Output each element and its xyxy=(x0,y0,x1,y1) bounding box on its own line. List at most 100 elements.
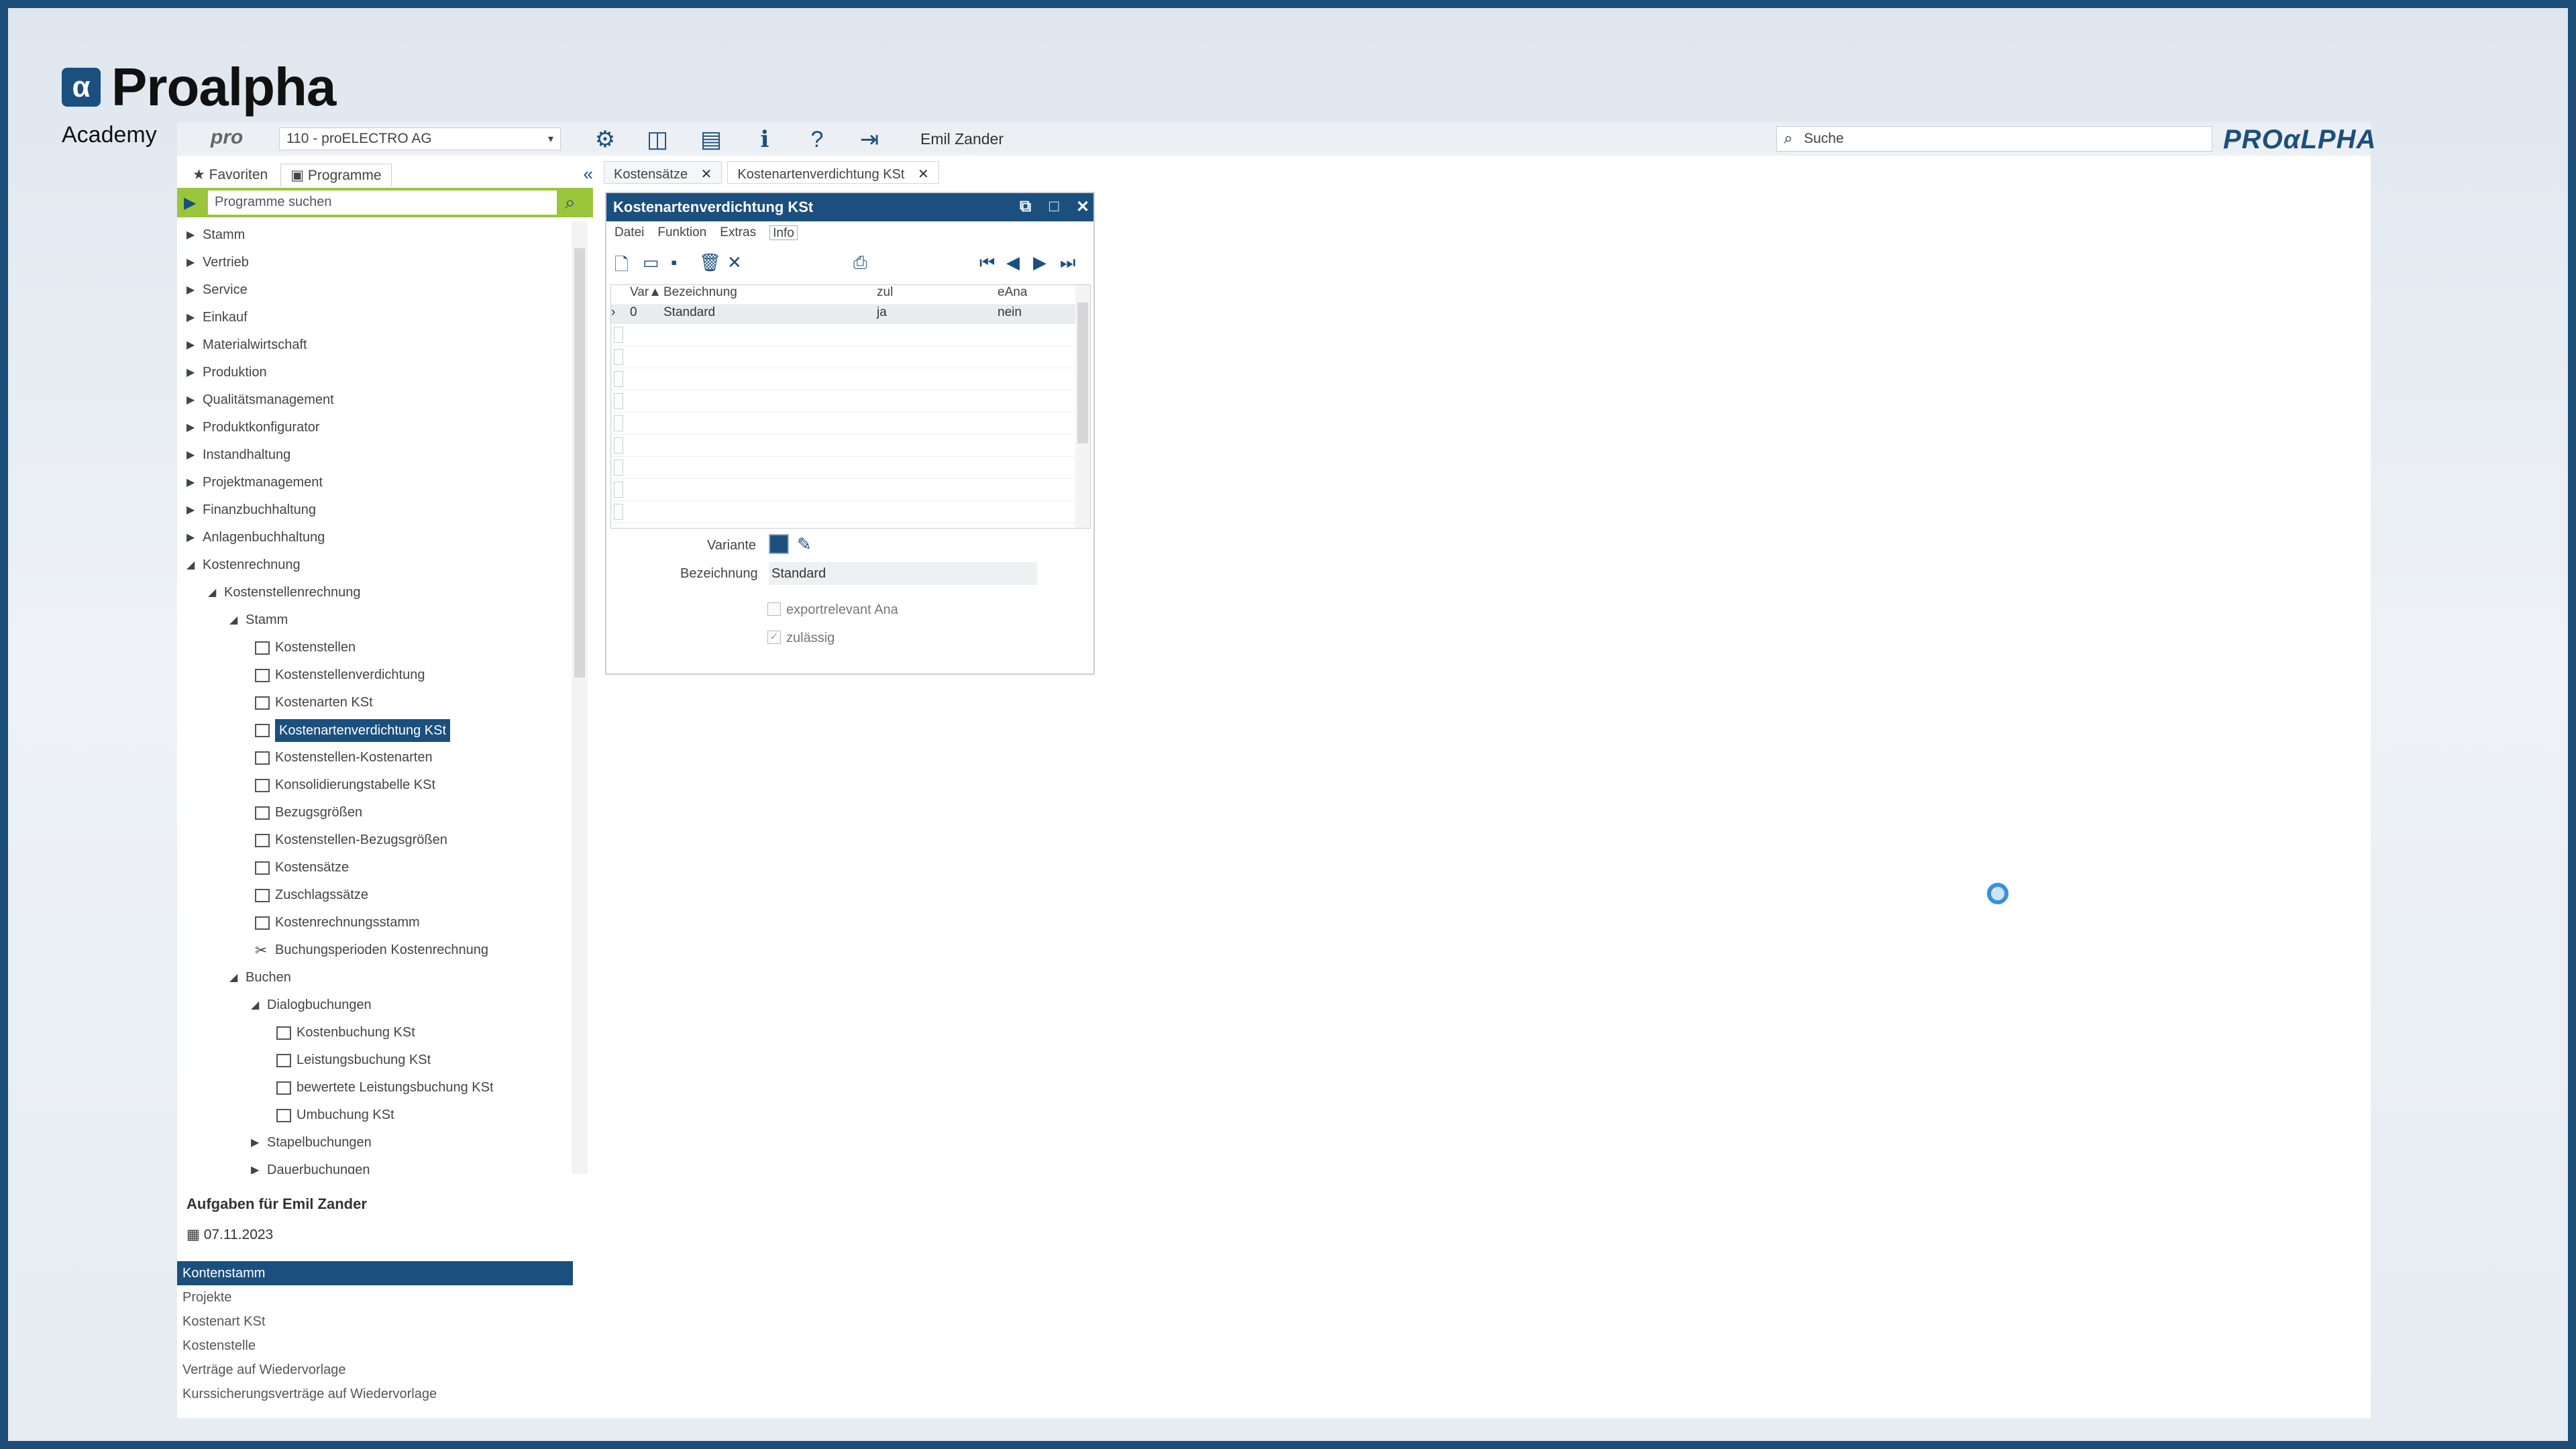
print-icon[interactable]: ⎙ xyxy=(853,252,867,274)
tree-item[interactable]: Kostensätze xyxy=(177,854,580,881)
logout-icon[interactable]: ⇥ xyxy=(856,126,883,153)
company-select[interactable]: 110 - proELECTRO AG ▾ xyxy=(279,127,561,150)
task-item[interactable]: Kostenstelle xyxy=(177,1334,573,1358)
global-search-input[interactable]: ⌕ Suche xyxy=(1776,126,2212,152)
expanded-arrow-icon[interactable]: ◢ xyxy=(229,964,237,991)
tree-item[interactable]: Umbuchung KSt xyxy=(177,1102,580,1129)
row-selector[interactable] xyxy=(614,415,623,431)
row-selector[interactable] xyxy=(614,482,623,498)
tree-item[interactable]: ◢ Stamm xyxy=(177,606,580,634)
tree-item[interactable]: Bezugsgrößen xyxy=(177,799,580,826)
task-item[interactable]: Kurssicherungsverträge auf Wiedervorlage xyxy=(177,1382,573,1406)
tree-item[interactable]: ◢ Dialogbuchungen xyxy=(177,991,580,1019)
gear-icon[interactable]: ⚙ xyxy=(592,126,619,153)
new-icon[interactable]: 🗋 xyxy=(614,252,629,282)
collapsed-arrow-icon[interactable]: ▶ xyxy=(251,1129,259,1157)
edit-icon[interactable]: ✎ xyxy=(797,534,812,555)
expanded-arrow-icon[interactable]: ◢ xyxy=(186,551,195,579)
collapsed-arrow-icon[interactable]: ▶ xyxy=(186,469,195,496)
play-icon[interactable]: ▶ xyxy=(184,193,196,213)
collapsed-arrow-icon[interactable]: ▶ xyxy=(186,304,195,331)
tree-scrollbar-thumb[interactable] xyxy=(574,248,585,678)
row-selector[interactable] xyxy=(614,460,623,476)
collapsed-arrow-icon[interactable]: ▶ xyxy=(186,276,195,304)
collapsed-arrow-icon[interactable]: ▶ xyxy=(186,359,195,386)
tree-item[interactable]: ▶ Projektmanagement xyxy=(177,469,580,496)
task-item[interactable]: Kontenstamm xyxy=(177,1261,573,1285)
tree-item[interactable]: ▶ Anlagenbuchhaltung xyxy=(177,524,580,551)
tab-programs[interactable]: ▣ Programme xyxy=(280,164,392,186)
tree-item[interactable]: Kostenarten KSt xyxy=(177,689,580,716)
task-item[interactable]: Kostenart KSt xyxy=(177,1309,573,1334)
col-eana[interactable]: eAna xyxy=(998,285,1065,305)
expanded-arrow-icon[interactable]: ◢ xyxy=(208,579,216,606)
grid-empty-row[interactable] xyxy=(611,435,1090,457)
expanded-arrow-icon[interactable]: ◢ xyxy=(251,991,259,1019)
maximize-icon[interactable]: □ xyxy=(1049,197,1059,216)
menu-info[interactable]: Info xyxy=(769,225,798,240)
table-row[interactable]: › 0 Standard ja nein xyxy=(611,305,1090,324)
tree-item[interactable]: Zuschlagssätze xyxy=(177,881,580,909)
tree-item[interactable]: ◢ Buchen xyxy=(177,964,580,991)
tree-item[interactable]: ▶ Produktion xyxy=(177,359,580,386)
tree-item[interactable]: ▶ Dauerbuchungen xyxy=(177,1157,580,1174)
tree-item[interactable]: ▶ Stapelbuchungen xyxy=(177,1129,580,1157)
row-selector[interactable] xyxy=(614,371,623,387)
tab-kostenartenverdichtung[interactable]: Kostenartenverdichtung KSt ✕ xyxy=(727,161,939,184)
close-icon[interactable]: ✕ xyxy=(918,167,929,182)
cancel-icon[interactable]: ✕ xyxy=(727,252,742,273)
menu-extras[interactable]: Extras xyxy=(720,225,756,240)
variante-input[interactable] xyxy=(769,534,789,554)
tree-item[interactable]: Leistungsbuchung KSt xyxy=(177,1046,580,1074)
tree-item[interactable]: bewertete Leistungsbuchung KSt xyxy=(177,1074,580,1102)
collapsed-arrow-icon[interactable]: ▶ xyxy=(186,414,195,441)
open-icon[interactable]: ▭ xyxy=(643,252,659,273)
tree-item[interactable]: Kostenartenverdichtung KSt xyxy=(177,716,580,744)
tree-item[interactable]: ▶ Service xyxy=(177,276,580,304)
calendar-icon[interactable]: ▦ xyxy=(186,1227,204,1242)
task-item[interactable]: Projekte xyxy=(177,1285,573,1309)
grid-empty-row[interactable] xyxy=(611,413,1090,435)
grid-empty-row[interactable] xyxy=(611,457,1090,479)
grid-scrollbar-thumb[interactable] xyxy=(1077,303,1088,443)
zulaessig-checkbox[interactable]: ✓ xyxy=(767,631,781,644)
info-icon[interactable]: ℹ xyxy=(751,126,778,153)
collapsed-arrow-icon[interactable]: ▶ xyxy=(186,221,195,249)
tree-item[interactable]: ▶ Finanzbuchhaltung xyxy=(177,496,580,524)
expanded-arrow-icon[interactable]: ◢ xyxy=(229,606,237,634)
program-search-input[interactable]: Programme suchen xyxy=(208,191,557,215)
row-selector[interactable] xyxy=(614,349,623,365)
tree-item[interactable]: ▶ Einkauf xyxy=(177,304,580,331)
last-record-icon[interactable]: ⏭ xyxy=(1060,252,1075,274)
delete-icon[interactable]: 🗑 xyxy=(699,252,721,273)
exportrelevant-checkbox[interactable] xyxy=(767,602,781,616)
layout-icon[interactable]: ▤ xyxy=(698,126,724,153)
menu-funktion[interactable]: Funktion xyxy=(657,225,706,240)
close-icon[interactable]: ✕ xyxy=(1076,197,1089,217)
next-record-icon[interactable]: ▶ xyxy=(1033,252,1046,273)
grid-scrollbar[interactable] xyxy=(1075,285,1090,528)
tree-item[interactable]: ▶ Stamm xyxy=(177,221,580,249)
help-icon[interactable]: ? xyxy=(804,126,830,153)
search-icon[interactable]: ⌕ xyxy=(565,192,576,214)
tree-item[interactable]: Kostenrechnungsstamm xyxy=(177,909,580,936)
tree-item[interactable]: Konsolidierungstabelle KSt xyxy=(177,771,580,799)
menu-datei[interactable]: Datei xyxy=(614,225,644,240)
row-selector[interactable] xyxy=(614,327,623,343)
collapsed-arrow-icon[interactable]: ▶ xyxy=(186,524,195,551)
tree-item[interactable]: ▶ Instandhaltung xyxy=(177,441,580,469)
collapsed-arrow-icon[interactable]: ▶ xyxy=(251,1157,259,1174)
tree-item[interactable]: Kostenbuchung KSt xyxy=(177,1019,580,1046)
row-selector[interactable] xyxy=(614,437,623,453)
save-icon[interactable]: ▪ xyxy=(671,252,677,273)
tree-item[interactable]: Kostenstellenverdichtung xyxy=(177,661,580,689)
collapsed-arrow-icon[interactable]: ▶ xyxy=(186,331,195,359)
tab-favorites[interactable]: ★ Favoriten xyxy=(182,163,278,186)
collapsed-arrow-icon[interactable]: ▶ xyxy=(186,496,195,524)
tree-item[interactable]: ✂ Buchungsperioden Kostenrechnung xyxy=(177,936,580,964)
tree-item[interactable]: ▶ Materialwirtschaft xyxy=(177,331,580,359)
tree-item[interactable]: ◢ Kostenrechnung xyxy=(177,551,580,579)
tree-item[interactable]: ▶ Produktkonfigurator xyxy=(177,414,580,441)
row-selector[interactable] xyxy=(614,393,623,409)
col-zul[interactable]: zul xyxy=(877,285,998,305)
